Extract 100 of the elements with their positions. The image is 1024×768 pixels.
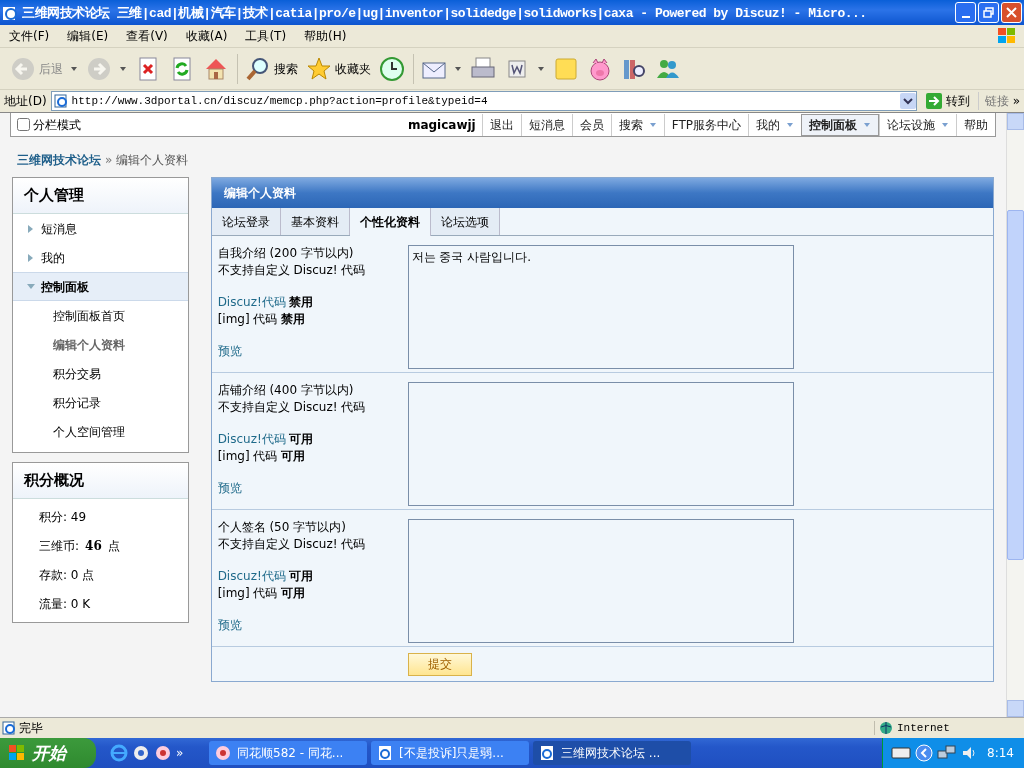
sidebar-item[interactable]: 控制面板 — [13, 272, 188, 301]
menu-item[interactable]: 收藏(A) — [176, 27, 237, 45]
sidebar-item[interactable]: 短消息 — [13, 214, 188, 243]
discuz-code-link[interactable]: Discuz!代码 — [217, 294, 286, 311]
sidebar-subitem[interactable]: 控制面板首页 — [13, 301, 188, 330]
dropdown-arrow-icon — [648, 121, 657, 128]
nav-menu-item[interactable]: 帮助 — [956, 113, 995, 136]
sidebar-subitem[interactable]: 积分交易 — [13, 359, 188, 388]
dropdown-arrow-icon — [454, 65, 462, 72]
code-status: 禁用 — [288, 294, 313, 311]
restore-button[interactable] — [978, 2, 999, 23]
nav-menu-item[interactable]: 搜索 — [610, 113, 664, 136]
network-icon[interactable] — [937, 745, 958, 761]
browser-page-icon — [377, 745, 393, 761]
expanded-triangle-icon — [27, 282, 35, 291]
volume-icon[interactable] — [961, 745, 978, 761]
tab[interactable]: 个性化资料 — [349, 208, 431, 236]
submit-button[interactable]: 提交 — [407, 652, 472, 676]
more-chevron[interactable]: » — [176, 744, 184, 762]
flower-icon — [215, 745, 231, 761]
menu-item[interactable]: 帮助(H) — [295, 27, 356, 45]
text-area[interactable]: 저는 중국 사람입니다. — [407, 245, 794, 369]
nav-menu-item[interactable]: 短消息 — [520, 113, 572, 136]
flower-icon[interactable] — [154, 744, 172, 762]
tab[interactable]: 论坛登录 — [211, 208, 281, 235]
checkbox[interactable] — [17, 118, 30, 131]
status-text: 完毕 — [19, 720, 43, 737]
tab[interactable]: 基本资料 — [280, 208, 350, 235]
menu-item[interactable]: 文件(F) — [0, 27, 59, 45]
credit-stat: 三维币: 46 点 — [38, 537, 121, 555]
text-area[interactable] — [407, 382, 794, 506]
tab[interactable]: 论坛选项 — [430, 208, 500, 235]
browser-icon[interactable] — [110, 744, 128, 762]
collapsed-triangle-icon — [27, 224, 35, 233]
sticky-note-icon — [553, 55, 579, 82]
close-button[interactable] — [1001, 2, 1022, 23]
home-link[interactable]: 三维网技术论坛 — [17, 151, 101, 169]
nav-menu-item[interactable]: 论坛设施 — [879, 113, 956, 136]
windows-logo-icon — [8, 744, 26, 762]
taskbar-button[interactable]: 三维网技术论坛 ... — [533, 741, 691, 765]
field-label: 个人签名 (50 字节以内) — [217, 519, 347, 536]
sidebar-subitem[interactable]: 个人空间管理 — [13, 417, 188, 446]
page-icon — [53, 94, 68, 108]
menu-item[interactable]: 编辑(E) — [58, 27, 118, 45]
discuz-code-link[interactable]: Discuz!代码 — [217, 568, 286, 585]
favorites-button[interactable]: 收藏夹 — [302, 53, 375, 84]
taskbar-button[interactable]: 同花顺582 - 同花... — [209, 741, 367, 765]
browser-icon — [2, 4, 18, 21]
nav-menu-item[interactable]: 会员 — [571, 113, 611, 136]
field-note: 不支持自定义 Discuz! 代码 — [217, 399, 367, 416]
preview-link[interactable]: 预览 — [217, 343, 242, 360]
dropdown-arrow-icon — [941, 121, 949, 128]
globe-icon — [879, 721, 893, 735]
collapsed-triangle-icon — [27, 253, 35, 262]
expand-tray-icon[interactable] — [915, 744, 934, 762]
menu-item[interactable]: 工具(T) — [236, 27, 296, 45]
page-icon — [2, 721, 16, 735]
code-status: 可用 — [288, 431, 313, 448]
dropdown-arrow-icon — [786, 121, 794, 128]
taskbar-button[interactable]: [不是投诉]只是弱... — [371, 741, 529, 765]
field-note: 不支持自定义 Discuz! 代码 — [217, 536, 367, 553]
nav-menu-item[interactable]: FTP服务中心 — [663, 113, 748, 136]
sidebar-subitem[interactable]: 积分记录 — [13, 388, 188, 417]
nav-menu-item[interactable]: 控制面板 — [801, 113, 879, 136]
clock: 8:14 — [987, 745, 1014, 762]
img-code-note: [img] 代码 可用 — [217, 448, 307, 465]
preview-link[interactable]: 预览 — [217, 480, 242, 497]
sidebar-item-label: 控制面板 — [41, 278, 89, 296]
minimize-icon — [961, 16, 970, 18]
preview-link[interactable]: 预览 — [217, 617, 242, 634]
menu-item[interactable]: 查看(V) — [117, 27, 177, 45]
address-field[interactable]: http://www.3dportal.cn/discuz/memcp.php?action=profile&typeid=4 — [50, 91, 917, 111]
username-link[interactable]: magicawjj — [401, 115, 482, 134]
address-label: 地址(D) — [4, 93, 47, 110]
credit-stat: 积分: 49 — [38, 508, 88, 526]
text-area[interactable] — [407, 519, 794, 643]
go-button[interactable]: 转到 — [920, 90, 974, 112]
restore-icon — [983, 7, 994, 18]
minimize-button[interactable] — [955, 2, 976, 23]
links-label[interactable]: 链接 — [977, 92, 1009, 110]
sidebar-subitem[interactable]: 编辑个人资料 — [13, 330, 188, 359]
nav-menu-item[interactable]: 退出 — [481, 113, 521, 136]
field-label: 店铺介绍 (400 字节以内) — [217, 382, 355, 399]
keyboard-icon[interactable] — [891, 746, 912, 760]
discuz-code-link[interactable]: Discuz!代码 — [217, 431, 286, 448]
img-code-note: [img] 代码 可用 — [217, 585, 307, 602]
dropdown-arrow-icon — [70, 65, 78, 72]
search-button[interactable]: 搜索 — [237, 53, 302, 84]
scrollbar[interactable] — [1006, 113, 1024, 717]
field-label: 自我介绍 (200 字节以内) — [217, 245, 355, 262]
img-code-note: [img] 代码 禁用 — [217, 311, 307, 328]
sidebar-item[interactable]: 我的 — [13, 243, 188, 272]
dropdown-arrow-icon — [119, 65, 127, 72]
search-icon — [245, 55, 271, 82]
panel-title: 编辑个人资料 — [211, 178, 993, 208]
start-button[interactable]: 开始 — [0, 738, 96, 768]
code-status: 可用 — [288, 568, 313, 585]
dropdown-arrow-icon — [537, 65, 545, 72]
more-chevron[interactable]: » — [1012, 92, 1020, 110]
checkbox-label: 分栏模式 — [33, 116, 81, 134]
